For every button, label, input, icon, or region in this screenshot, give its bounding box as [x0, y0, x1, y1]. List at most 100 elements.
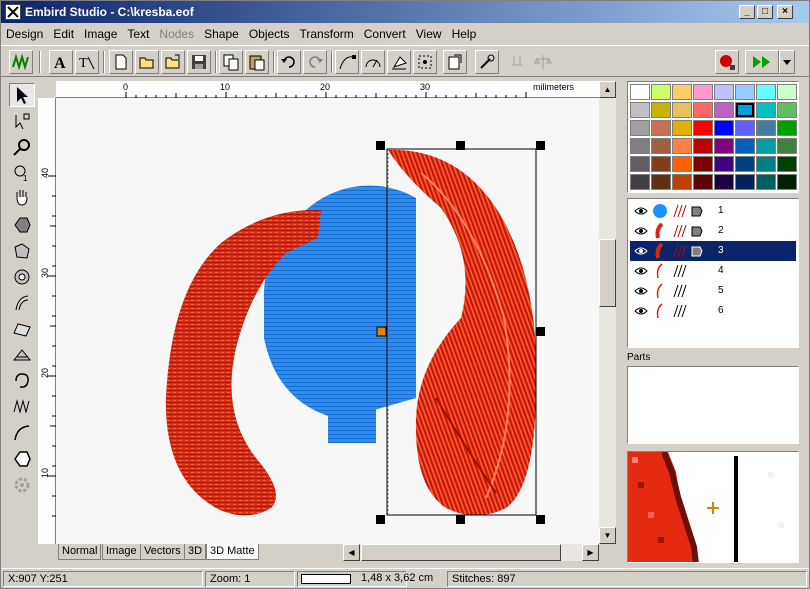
pan-hand-icon[interactable]: [9, 185, 35, 209]
menu-transform[interactable]: Transform: [295, 24, 359, 41]
tab-3d[interactable]: 3D: [184, 544, 207, 560]
color-swatch[interactable]: [693, 138, 713, 154]
color-swatch[interactable]: [714, 138, 734, 154]
zoom-one-icon[interactable]: 1: [9, 161, 35, 185]
satin-column-icon[interactable]: [9, 291, 35, 315]
color-swatch[interactable]: [672, 174, 692, 190]
color-swatch[interactable]: [630, 156, 650, 172]
menu-edit[interactable]: Edit: [48, 24, 79, 41]
tab-image[interactable]: Image: [102, 544, 141, 560]
horizontal-scrollbar[interactable]: ◀ ▶: [343, 544, 599, 561]
copy-icon[interactable]: [219, 50, 243, 74]
visibility-eye-icon[interactable]: [634, 286, 648, 296]
color-swatch[interactable]: [651, 174, 671, 190]
scale-icon[interactable]: [531, 50, 555, 74]
color-swatch[interactable]: [777, 138, 797, 154]
color-swatch[interactable]: [714, 120, 734, 136]
scroll-left-icon[interactable]: ◀: [343, 544, 360, 561]
color-swatch[interactable]: [672, 102, 692, 118]
scroll-down-icon[interactable]: ▼: [599, 527, 616, 544]
circle-fill-icon[interactable]: [9, 265, 35, 289]
color-swatch[interactable]: [777, 120, 797, 136]
color-swatch[interactable]: [672, 120, 692, 136]
menu-design[interactable]: Design: [1, 24, 48, 41]
color-swatch[interactable]: [630, 84, 650, 100]
color-swatch[interactable]: [651, 156, 671, 172]
node-select-icon[interactable]: [9, 109, 35, 133]
menu-view[interactable]: View: [411, 24, 447, 41]
tab-normal[interactable]: Normal: [58, 544, 102, 560]
save-icon[interactable]: [187, 50, 211, 74]
color-swatch[interactable]: [693, 120, 713, 136]
object-row[interactable]: 4: [630, 261, 796, 281]
object-row[interactable]: 5: [630, 281, 796, 301]
zigzag-icon[interactable]: [9, 395, 35, 419]
scroll-right-icon[interactable]: ▶: [582, 544, 599, 561]
color-swatch[interactable]: [735, 84, 755, 100]
color-swatch[interactable]: [693, 174, 713, 190]
color-swatch[interactable]: [630, 120, 650, 136]
color-swatch[interactable]: [735, 120, 755, 136]
color-swatch[interactable]: [714, 174, 734, 190]
horizontal-scroll-thumb[interactable]: [361, 544, 561, 561]
parts-list[interactable]: [627, 366, 799, 444]
color-swatch[interactable]: [630, 102, 650, 118]
center-icon[interactable]: [413, 50, 437, 74]
record-icon[interactable]: [715, 50, 739, 74]
fill-icon[interactable]: [387, 50, 411, 74]
color-swatch[interactable]: [651, 84, 671, 100]
menu-nodes[interactable]: Nodes: [154, 24, 199, 41]
color-swatch[interactable]: [714, 102, 734, 118]
close-button[interactable]: ×: [777, 5, 793, 19]
fill-shape-icon[interactable]: [9, 213, 35, 237]
text-edit-button[interactable]: T: [75, 50, 99, 74]
new-file-icon[interactable]: [109, 50, 133, 74]
visibility-eye-icon[interactable]: [634, 266, 648, 276]
color-swatch[interactable]: [777, 156, 797, 172]
color-swatch[interactable]: [672, 138, 692, 154]
color-swatch[interactable]: [714, 84, 734, 100]
color-swatch[interactable]: [651, 102, 671, 118]
gear-icon[interactable]: [9, 473, 35, 497]
outline-icon[interactable]: [9, 369, 35, 393]
color-swatch[interactable]: [756, 120, 776, 136]
menu-objects[interactable]: Objects: [244, 24, 295, 41]
maximize-button[interactable]: □: [757, 5, 773, 19]
menu-shape[interactable]: Shape: [199, 24, 244, 41]
gauge-icon[interactable]: [361, 50, 385, 74]
paste-icon[interactable]: [245, 50, 269, 74]
color-swatch[interactable]: [777, 102, 797, 118]
scroll-up-icon[interactable]: ▲: [599, 81, 616, 98]
tab-vectors[interactable]: Vectors: [140, 544, 185, 560]
menu-convert[interactable]: Convert: [359, 24, 411, 41]
color-swatch[interactable]: [735, 156, 755, 172]
object-row[interactable]: 3: [630, 241, 796, 261]
zoom-icon[interactable]: [9, 135, 35, 159]
outline-shape-icon[interactable]: [9, 447, 35, 471]
color-swatch[interactable]: [693, 84, 713, 100]
color-swatch[interactable]: [672, 156, 692, 172]
color-swatch[interactable]: [756, 174, 776, 190]
color-swatch[interactable]: [630, 174, 650, 190]
pin-icon[interactable]: [505, 50, 529, 74]
settings-icon[interactable]: [475, 50, 499, 74]
color-swatch[interactable]: [651, 120, 671, 136]
play-button[interactable]: [745, 50, 779, 74]
visibility-eye-icon[interactable]: [634, 226, 648, 236]
applique-icon[interactable]: [9, 343, 35, 367]
play-dropdown-icon[interactable]: [779, 50, 795, 74]
object-row[interactable]: 2: [630, 221, 796, 241]
color-swatch[interactable]: [756, 156, 776, 172]
fill-shape-alt-icon[interactable]: [9, 239, 35, 263]
visibility-eye-icon[interactable]: [634, 306, 648, 316]
minimize-button[interactable]: _: [739, 5, 755, 19]
visibility-eye-icon[interactable]: [634, 246, 648, 256]
color-swatch[interactable]: [714, 156, 734, 172]
color-swatch[interactable]: [672, 84, 692, 100]
color-swatch[interactable]: [651, 138, 671, 154]
embroidery-canvas[interactable]: [56, 98, 599, 544]
curve-icon[interactable]: [9, 421, 35, 445]
color-swatch[interactable]: [735, 102, 755, 118]
color-swatch[interactable]: [693, 102, 713, 118]
fill-wave-icon[interactable]: [9, 317, 35, 341]
